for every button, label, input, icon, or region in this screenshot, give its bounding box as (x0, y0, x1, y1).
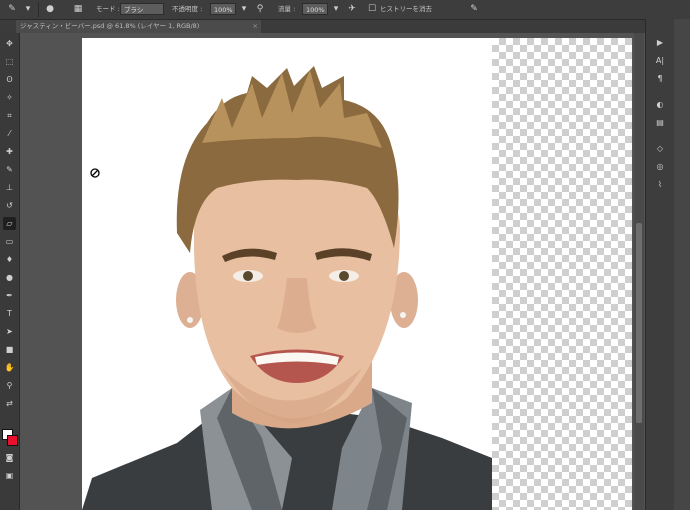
flow-label: 流量 : (278, 5, 296, 13)
background-color-swatch[interactable] (7, 435, 18, 446)
blur-icon[interactable]: ♦ (3, 253, 16, 266)
scrollbar-thumb[interactable] (636, 223, 642, 423)
document-tab-title: ジャスティン・ビーバー.psd @ 61.8% (レイヤー 1, RGB/8) (20, 22, 200, 30)
play-icon[interactable]: ▶ (653, 37, 667, 49)
close-tab-icon[interactable]: × (253, 20, 258, 33)
paths-icon[interactable]: ⌇ (653, 179, 667, 191)
mode-label: モード : (96, 5, 120, 13)
crop-icon[interactable]: ⌗ (3, 109, 16, 122)
layers-icon[interactable]: ◇ (653, 143, 667, 155)
tools-panel: ✥ ⬚ ʘ ✧ ⌗ ⁄ ✚ ✎ ⊥ ↺ ▱ ▭ ♦ ● ✒ T ➤ ■ ✋ ⚲ … (0, 33, 20, 510)
adjustments-icon[interactable]: ◐ (653, 99, 667, 111)
hand-icon[interactable]: ✋ (3, 361, 16, 374)
eraser-icon[interactable]: ▱ (3, 217, 16, 230)
eraser-cursor-icon (90, 168, 100, 178)
zoom-icon[interactable]: ⚲ (3, 379, 16, 392)
mode-select[interactable]: ブラシ (120, 3, 164, 15)
move-icon[interactable]: ✥ (3, 37, 16, 50)
options-bar: ✎ ▾ ● ▦ モード : ブラシ 不透明度 : 100% ▾ ⚲ 流量 : 1… (0, 0, 690, 20)
eyedropper-icon[interactable]: ⁄ (3, 127, 16, 140)
healing-icon[interactable]: ✚ (3, 145, 16, 158)
screen-mode-icon[interactable]: ▣ (3, 469, 16, 482)
pressure-opacity-icon[interactable]: ⚲ (254, 3, 266, 15)
opacity-field[interactable]: 100% (210, 3, 236, 15)
flow-dropdown-icon[interactable]: ▾ (330, 3, 342, 15)
collapsed-panel-group[interactable] (674, 19, 690, 510)
tool-preset-dropdown-icon[interactable]: ▾ (22, 3, 34, 15)
flow-field[interactable]: 100% (302, 3, 328, 15)
swap-colors-icon[interactable]: ⇄ (3, 397, 16, 410)
quick-select-icon[interactable]: ✧ (3, 91, 16, 104)
paragraph-icon[interactable]: ¶ (653, 73, 667, 85)
opacity-label: 不透明度 : (172, 5, 203, 13)
opacity-dropdown-icon[interactable]: ▾ (238, 3, 250, 15)
document-tab[interactable]: ジャスティン・ビーバー.psd @ 61.8% (レイヤー 1, RGB/8) … (16, 20, 261, 33)
history-label: ヒストリーを消去 (380, 5, 432, 13)
clone-stamp-icon[interactable]: ⊥ (3, 181, 16, 194)
vertical-scrollbar[interactable] (634, 33, 644, 510)
marquee-icon[interactable]: ⬚ (3, 55, 16, 68)
pen-icon[interactable]: ✒ (3, 289, 16, 302)
eraser-tool-icon[interactable]: ✎ (6, 3, 18, 15)
airbrush-icon[interactable]: ✈ (346, 3, 358, 15)
channels-icon[interactable]: ◎ (653, 161, 667, 173)
document-tab-bar: ジャスティン・ビーバー.psd @ 61.8% (レイヤー 1, RGB/8) … (0, 20, 690, 33)
type-icon[interactable]: T (3, 307, 16, 320)
portrait-image (82, 66, 492, 510)
history-brush-icon[interactable]: ↺ (3, 199, 16, 212)
brush-panel-icon[interactable]: ▦ (72, 3, 84, 15)
lasso-icon[interactable]: ʘ (3, 73, 16, 86)
quick-mask-icon[interactable]: ◙ (3, 451, 16, 464)
brush-icon[interactable]: ✎ (3, 163, 16, 176)
styles-icon[interactable]: ▤ (653, 117, 667, 129)
panel-dock: ▶ A| ¶ ◐ ▤ ◇ ◎ ⌇ (645, 19, 674, 510)
history-checkbox-icon[interactable]: ☐ (366, 3, 378, 15)
gradient-icon[interactable]: ▭ (3, 235, 16, 248)
document-canvas[interactable] (82, 38, 632, 510)
character-icon[interactable]: A| (653, 55, 667, 67)
brush-size-icon[interactable]: ● (44, 3, 56, 15)
canvas-area[interactable] (20, 33, 634, 510)
dodge-icon[interactable]: ● (3, 271, 16, 284)
path-select-icon[interactable]: ➤ (3, 325, 16, 338)
pressure-size-icon[interactable]: ✎ (468, 3, 480, 15)
shape-icon[interactable]: ■ (3, 343, 16, 356)
